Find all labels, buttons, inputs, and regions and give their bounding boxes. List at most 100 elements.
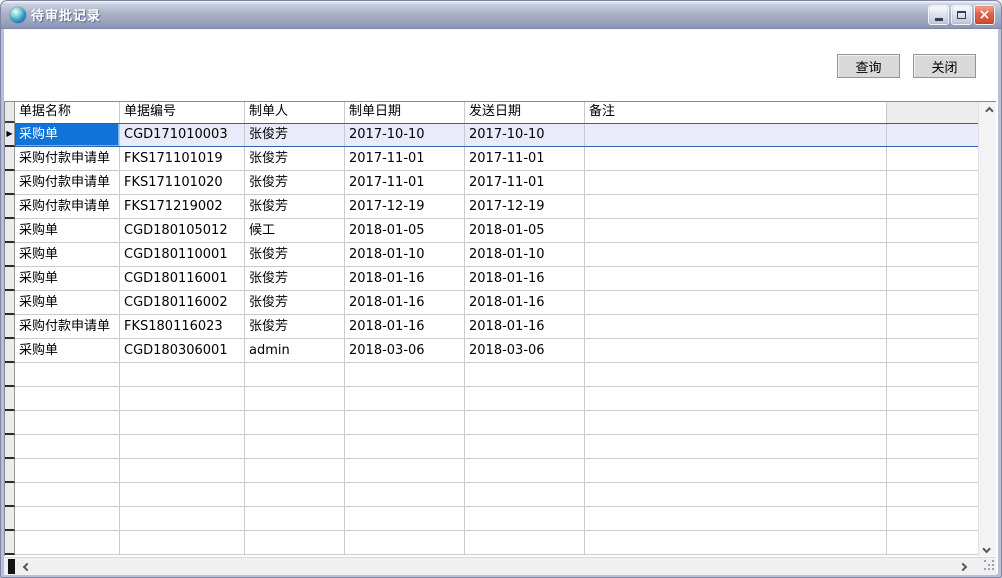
cell-name[interactable]: 采购付款申请单 bbox=[15, 195, 120, 219]
cell-code[interactable]: CGD180116001 bbox=[120, 267, 245, 291]
cell-code[interactable]: CGD180306001 bbox=[120, 339, 245, 363]
cell-send_date[interactable]: 2018-01-05 bbox=[465, 219, 585, 243]
cell-remark[interactable] bbox=[585, 123, 887, 147]
scroll-right-button[interactable] bbox=[954, 558, 972, 576]
cell-send_date[interactable]: 2017-11-01 bbox=[465, 147, 585, 171]
cell-name[interactable]: 采购付款申请单 bbox=[15, 147, 120, 171]
cell-creator[interactable]: 张俊芳 bbox=[245, 195, 345, 219]
cell-code[interactable]: FKS171219002 bbox=[120, 195, 245, 219]
table-row[interactable]: 采购单CGD180116002张俊芳2018-01-162018-01-16 bbox=[5, 291, 979, 315]
cell-create_date[interactable]: 2018-03-06 bbox=[345, 339, 465, 363]
cell-send_date[interactable]: 2018-01-16 bbox=[465, 291, 585, 315]
table-row[interactable]: 采购付款申请单FKS171101020张俊芳2017-11-012017-11-… bbox=[5, 171, 979, 195]
column-header[interactable]: 备注 bbox=[585, 102, 887, 123]
cell-create_date[interactable]: 2017-11-01 bbox=[345, 147, 465, 171]
cell-creator[interactable]: 候工 bbox=[245, 219, 345, 243]
cell-name[interactable]: 采购付款申请单 bbox=[15, 315, 120, 339]
column-header[interactable]: 单据编号 bbox=[120, 102, 245, 123]
cell-name[interactable]: 采购单 bbox=[15, 267, 120, 291]
scroll-up-button[interactable] bbox=[979, 102, 996, 119]
cell-creator[interactable]: 张俊芳 bbox=[245, 243, 345, 267]
horizontal-scrollbar[interactable] bbox=[4, 557, 996, 575]
cell-create_date[interactable]: 2018-01-16 bbox=[345, 267, 465, 291]
cell-remark[interactable] bbox=[585, 171, 887, 195]
cell-code[interactable]: CGD180105012 bbox=[120, 219, 245, 243]
table-row[interactable]: ▶采购单CGD171010003张俊芳2017-10-102017-10-10 bbox=[5, 123, 979, 147]
cell-creator[interactable]: admin bbox=[245, 339, 345, 363]
cell-code[interactable]: FKS171101019 bbox=[120, 147, 245, 171]
cell-code[interactable]: FKS171101020 bbox=[120, 171, 245, 195]
cell-create_date[interactable]: 2018-01-10 bbox=[345, 243, 465, 267]
cell-name[interactable]: 采购单 bbox=[15, 219, 120, 243]
table-row[interactable]: 采购付款申请单FKS180116023张俊芳2018-01-162018-01-… bbox=[5, 315, 979, 339]
column-header[interactable]: 发送日期 bbox=[465, 102, 585, 123]
cell-create_date[interactable]: 2017-12-19 bbox=[345, 195, 465, 219]
cell-name[interactable]: 采购单 bbox=[15, 291, 120, 315]
row-indicator-cell bbox=[5, 219, 15, 243]
cell-remark[interactable] bbox=[585, 219, 887, 243]
scroll-left-button[interactable] bbox=[18, 558, 36, 576]
close-button[interactable]: × bbox=[974, 5, 995, 25]
column-header[interactable]: 单据名称 bbox=[15, 102, 120, 123]
cell-send_date[interactable]: 2018-01-16 bbox=[465, 315, 585, 339]
app-icon[interactable] bbox=[10, 7, 26, 23]
cell-remark[interactable] bbox=[585, 339, 887, 363]
cell-creator[interactable]: 张俊芳 bbox=[245, 315, 345, 339]
titlebar[interactable]: 待审批记录 × bbox=[1, 1, 1001, 29]
cell-creator[interactable]: 张俊芳 bbox=[245, 171, 345, 195]
table-row[interactable]: 采购付款申请单FKS171219002张俊芳2017-12-192017-12-… bbox=[5, 195, 979, 219]
cell-filler bbox=[887, 531, 979, 555]
cell-send_date[interactable]: 2018-01-16 bbox=[465, 267, 585, 291]
cell-create_date[interactable]: 2018-01-16 bbox=[345, 291, 465, 315]
close-icon: × bbox=[979, 8, 991, 22]
cell-creator bbox=[245, 387, 345, 411]
minimize-button[interactable] bbox=[928, 5, 949, 25]
cell-name[interactable]: 采购付款申请单 bbox=[15, 171, 120, 195]
cell-remark[interactable] bbox=[585, 267, 887, 291]
table-row[interactable]: 采购单CGD180116001张俊芳2018-01-162018-01-16 bbox=[5, 267, 979, 291]
column-header[interactable]: 制单人 bbox=[245, 102, 345, 123]
cell-creator[interactable]: 张俊芳 bbox=[245, 291, 345, 315]
cell-send_date[interactable]: 2017-10-10 bbox=[465, 123, 585, 147]
close-form-button[interactable]: 关闭 bbox=[913, 54, 976, 78]
table-row[interactable]: 采购单CGD180306001admin2018-03-062018-03-06 bbox=[5, 339, 979, 363]
scroll-down-button[interactable] bbox=[979, 540, 996, 556]
cell-create_date[interactable]: 2018-01-05 bbox=[345, 219, 465, 243]
table-row[interactable]: 采购单CGD180105012候工2018-01-052018-01-05 bbox=[5, 219, 979, 243]
cell-create_date[interactable]: 2017-10-10 bbox=[345, 123, 465, 147]
cell-name bbox=[15, 435, 120, 459]
empty-row bbox=[5, 363, 979, 387]
cell-name[interactable]: 采购单 bbox=[15, 123, 120, 147]
cell-remark[interactable] bbox=[585, 243, 887, 267]
cell-code[interactable]: FKS180116023 bbox=[120, 315, 245, 339]
cell-creator[interactable]: 张俊芳 bbox=[245, 123, 345, 147]
cell-name[interactable]: 采购单 bbox=[15, 339, 120, 363]
hscroll-thumb[interactable] bbox=[8, 559, 15, 574]
cell-create_date[interactable]: 2017-11-01 bbox=[345, 171, 465, 195]
cell-remark[interactable] bbox=[585, 147, 887, 171]
cell-remark[interactable] bbox=[585, 291, 887, 315]
vertical-scrollbar[interactable] bbox=[978, 102, 996, 556]
cell-send_date[interactable]: 2017-12-19 bbox=[465, 195, 585, 219]
cell-send_date[interactable]: 2018-01-10 bbox=[465, 243, 585, 267]
maximize-button[interactable] bbox=[951, 5, 972, 25]
cell-code[interactable]: CGD171010003 bbox=[120, 123, 245, 147]
cell-creator[interactable]: 张俊芳 bbox=[245, 147, 345, 171]
cell-code[interactable]: CGD180110001 bbox=[120, 243, 245, 267]
cell-name[interactable]: 采购单 bbox=[15, 243, 120, 267]
cell-remark[interactable] bbox=[585, 195, 887, 219]
column-header[interactable]: 制单日期 bbox=[345, 102, 465, 123]
cell-creator[interactable]: 张俊芳 bbox=[245, 267, 345, 291]
grid-body: ▶采购单CGD171010003张俊芳2017-10-102017-10-10采… bbox=[5, 123, 979, 555]
cell-filler bbox=[887, 483, 979, 507]
cell-create_date bbox=[345, 387, 465, 411]
table-row[interactable]: 采购付款申请单FKS171101019张俊芳2017-11-012017-11-… bbox=[5, 147, 979, 171]
resize-grip[interactable] bbox=[984, 560, 997, 573]
cell-send_date[interactable]: 2017-11-01 bbox=[465, 171, 585, 195]
cell-send_date[interactable]: 2018-03-06 bbox=[465, 339, 585, 363]
cell-code[interactable]: CGD180116002 bbox=[120, 291, 245, 315]
table-row[interactable]: 采购单CGD180110001张俊芳2018-01-102018-01-10 bbox=[5, 243, 979, 267]
query-button[interactable]: 查询 bbox=[837, 54, 900, 78]
cell-create_date[interactable]: 2018-01-16 bbox=[345, 315, 465, 339]
cell-remark[interactable] bbox=[585, 315, 887, 339]
